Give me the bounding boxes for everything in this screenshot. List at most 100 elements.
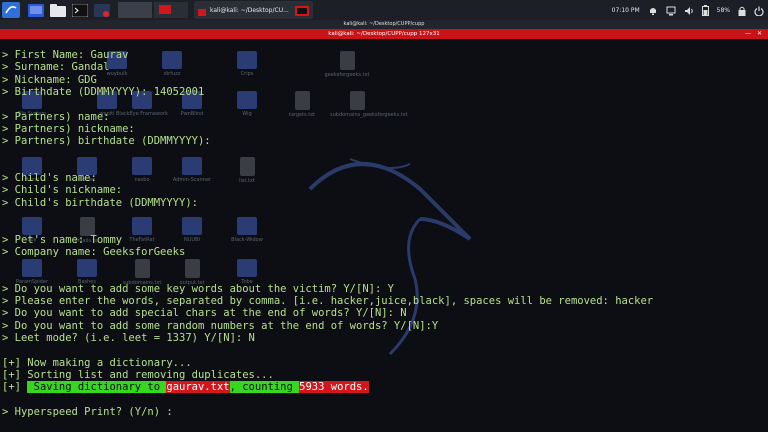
desktop-icon[interactable]: NUUBI [165,217,219,243]
terminal-line: > Do you want to add some random numbers… [2,319,439,332]
desktop-icon-label: NUUBI [184,237,200,243]
desktop-icon[interactable]: list.txt [220,157,274,184]
terminal-window-icon [198,1,206,20]
battery-percentage: 58% [716,6,730,14]
folder-icon [77,259,97,277]
desktop-icon[interactable]: nasbo [115,157,169,183]
window-title-bar[interactable]: kali@kali: ~/Desktop/CUPP/cupp [0,20,768,29]
desktop-icon-label: Admin-Scanner [172,177,212,183]
folder-icon [22,217,42,235]
terminal-tab-bar[interactable]: kali@kali: ~/Desktop/CUPP/cupp 127x31 — … [0,29,768,39]
terminal-line: [+] Sorting list and removing duplicates… [2,368,274,381]
terminal-thumbnail-icon [294,1,309,20]
text-file-icon [349,91,365,110]
text-file-icon [134,259,150,278]
text-file-icon [239,157,255,176]
folder-icon [132,157,152,175]
terminal-line: > Birthdate (DDMMYYYY): 14052001 [2,85,205,98]
taskbar-terminal-label: kali@kali: ~/Desktop/CU... [210,6,289,14]
desktop-icon-label: TheFatRat [129,237,155,243]
workspace-switcher[interactable] [118,2,188,18]
counting-text-highlight: , counting [229,381,300,394]
saved-filename: gaurav.txt [166,381,230,394]
desktop-icon[interactable]: TheFatRat [115,217,169,243]
desktop-icon-label: dirfuzz [163,71,181,77]
folder-icon [237,217,257,235]
window-controls: — ✕ [745,29,762,39]
desktop-icon[interactable]: subdomains_geeksforgeeks.txt [330,91,408,118]
desktop-icon-label: geeksforgeeks.txt [324,72,370,78]
system-tray: 07:10 PM 58% [612,0,764,20]
minimize-icon[interactable]: — [745,29,751,39]
terminal-line: > Child's name: [2,172,97,184]
desktop-icon-label: targets.txt [288,112,316,118]
desktop-icon-label: Black-Widow [231,237,263,243]
desktop-icon-label: Wig [242,111,252,117]
desktop-icon[interactable]: ParamSpider [5,259,59,285]
desktop-icon-label: PwnBlind [180,111,204,117]
terminal-line: > Do you want to add special chars at th… [2,307,407,320]
window-title: kali@kali: ~/Desktop/CUPP/cupp [343,21,425,27]
terminal-launcher-icon[interactable] [72,2,88,18]
desktop-icon[interactable]: geeksforgeeks.txt [320,51,374,78]
text-file-icon [294,91,310,110]
terminal-window[interactable]: wuybulk dirfuzz Crips geeksforgeeks.txt File… [0,39,768,432]
word-count: 5933 words. [299,381,369,394]
desktop-icon[interactable]: Black-Widow [220,217,274,243]
terminal-line: > Surname: Gandal [2,61,110,74]
terminal-line: > Child's birthdate (DDMMYYYY): [2,196,198,209]
folder-icon [162,51,182,69]
saving-dictionary-line: [+] Saving dictionary to gaurav.txt, cou… [2,381,369,394]
terminal-line: > Partners) name: [2,110,110,123]
desktop-icon-label: nasbo [134,177,150,183]
saving-prefix: [+] [2,381,28,394]
desktop-icon-label: Crips [240,71,254,77]
desktop-icon[interactable]: Bashes [60,259,114,285]
clock[interactable]: 07:10 PM [612,7,640,14]
terminal-line: > Pet's name: Tommy [2,233,123,246]
volume-icon[interactable] [684,1,694,20]
desktop-icon[interactable]: Wig [220,91,274,117]
folder-icon [132,217,152,235]
terminal-line: > Nickname: GDG [2,73,97,86]
terminal-line: > Partners) birthdate (DDMMYYYY): [2,135,211,148]
terminal-line: > Hyperspeed Print? (Y/n) : [2,405,173,418]
folder-icon [237,51,257,69]
terminal-line: [+] Now making a dictionary... [2,356,192,369]
terminal-line: > First Name: Gaurav [2,49,129,61]
folder-icon [182,217,202,235]
terminal-tab-title: kali@kali: ~/Desktop/CUPP/cupp 127x31 [328,31,440,37]
terminal-line: > Please enter the words, separated by c… [2,295,654,307]
terminal-line: > Partners) nickname: [2,122,135,135]
desktop-icon[interactable]: dirfuzz [145,51,199,77]
desktop-icon-label: BlackEye Framework [116,111,168,117]
file-manager-icon[interactable] [50,2,66,18]
desktop-icon[interactable]: targets.txt [275,91,329,118]
close-icon[interactable]: ✕ [757,29,762,39]
lock-screen-icon[interactable] [738,1,746,20]
terminal-line: > Leet mode? (i.e. leet = 1337) Y/[N]: N [2,331,255,344]
bell-icon[interactable] [648,1,658,20]
top-panel: kali@kali: ~/Desktop/CU... 07:10 PM 58% [0,0,768,20]
saving-text-highlight: Saving dictionary to [27,381,167,394]
desktop-icon[interactable]: Crips [220,51,274,77]
taskbar-terminal-window[interactable]: kali@kali: ~/Desktop/CU... [194,1,313,19]
network-icon[interactable] [666,1,676,20]
folder-icon [22,259,42,277]
desktop-icon[interactable]: Admin-Scanner [165,157,219,183]
power-icon[interactable] [754,1,764,20]
show-desktop-icon[interactable] [28,2,44,18]
desktop-icon-label: list.txt [239,178,255,184]
folder-icon [237,91,257,109]
terminal-line: > Do you want to add some key words abou… [2,282,394,295]
terminal-line: > Child's nickname: [2,184,123,197]
kali-menu-icon[interactable] [2,2,20,18]
folder-icon [237,259,257,277]
terminal-line: > Company name: GeeksforGeeks [2,245,186,258]
folder-icon [182,157,202,175]
text-file-icon [184,259,200,278]
text-file-icon [339,51,355,70]
battery-icon[interactable] [701,1,709,20]
desktop-icon[interactable]: Tobe [220,259,274,285]
screen-recorder-icon[interactable] [94,2,110,18]
